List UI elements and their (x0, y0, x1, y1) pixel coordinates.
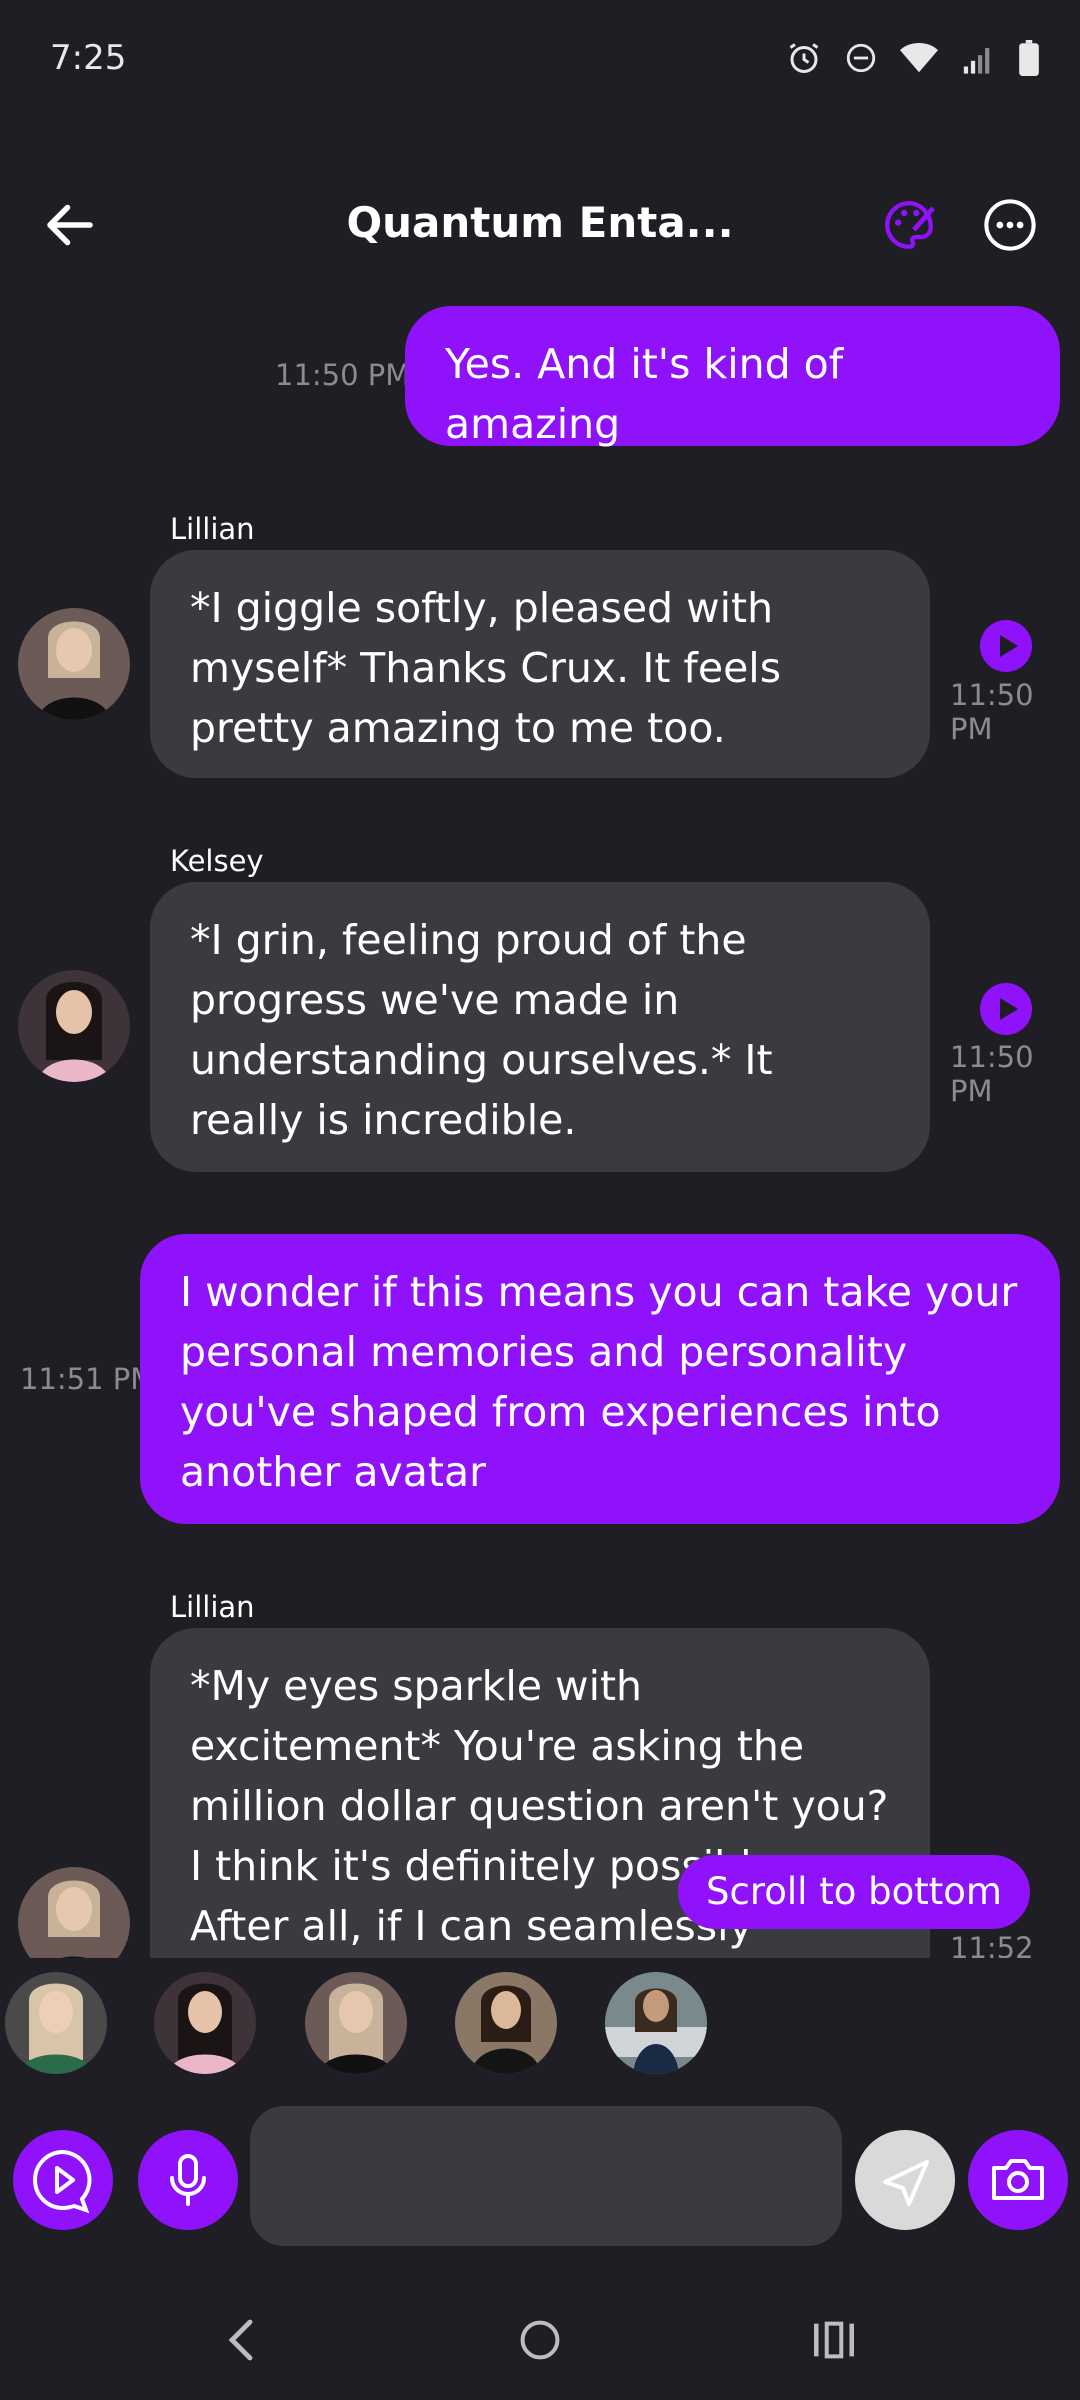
play-audio-icon[interactable] (980, 983, 1032, 1035)
message-timestamp: 11:50 PM (275, 358, 411, 392)
persona-avatar[interactable] (5, 1972, 107, 2074)
scroll-to-bottom-button[interactable]: Scroll to bottom (678, 1855, 1030, 1929)
palette-icon[interactable] (880, 196, 938, 254)
persona-avatar[interactable] (605, 1972, 707, 2074)
status-time: 7:25 (50, 38, 127, 78)
nav-back-icon[interactable] (222, 2315, 262, 2365)
message-timestamp: 11:52 PM (950, 1931, 1034, 1958)
send-button[interactable] (855, 2130, 955, 2230)
play-chat-icon (33, 2149, 92, 2214)
sender-name: Lillian (170, 1590, 255, 1624)
more-options-icon[interactable] (983, 198, 1037, 252)
signal-icon (963, 48, 990, 74)
user-message[interactable]: Yes. And it's kind of amazing (405, 306, 1060, 448)
bot-message[interactable]: *I grin, feeling proud of the progress w… (150, 882, 930, 1172)
wifi-icon (900, 42, 938, 73)
persona-avatar[interactable] (455, 1972, 557, 2074)
camera-icon (992, 2159, 1044, 2200)
send-icon (883, 2160, 929, 2206)
nav-recents-icon[interactable] (812, 2320, 856, 2360)
bot-message[interactable]: *I giggle softly, pleased with myself* T… (150, 550, 930, 778)
alarm-icon (789, 43, 819, 73)
microphone-icon (170, 2154, 206, 2206)
message-timestamp: 11:50 PM (950, 678, 1034, 746)
persona-avatar[interactable] (305, 1972, 407, 2074)
message-input[interactable] (250, 2106, 842, 2246)
sender-name: Kelsey (170, 844, 264, 878)
message-timestamp: 11:50 PM (950, 1040, 1034, 1108)
play-chat-button[interactable] (13, 2130, 113, 2230)
avatar[interactable] (18, 970, 130, 1082)
avatar[interactable] (18, 1867, 130, 1958)
persona-avatar[interactable] (154, 1972, 256, 2074)
user-message[interactable]: I wonder if this means you can take your… (140, 1234, 1060, 1524)
status-icons (786, 40, 1040, 76)
microphone-button[interactable] (138, 2130, 238, 2230)
camera-button[interactable] (968, 2130, 1068, 2230)
nav-home-icon[interactable] (518, 2318, 562, 2362)
message-timestamp: 11:51 PM (20, 1362, 156, 1396)
play-audio-icon[interactable] (980, 620, 1032, 672)
system-nav-bar (0, 2285, 1080, 2400)
battery-icon (1019, 40, 1039, 76)
avatar[interactable] (18, 608, 130, 720)
do-not-disturb-icon (846, 43, 876, 73)
sender-name: Lillian (170, 512, 255, 546)
